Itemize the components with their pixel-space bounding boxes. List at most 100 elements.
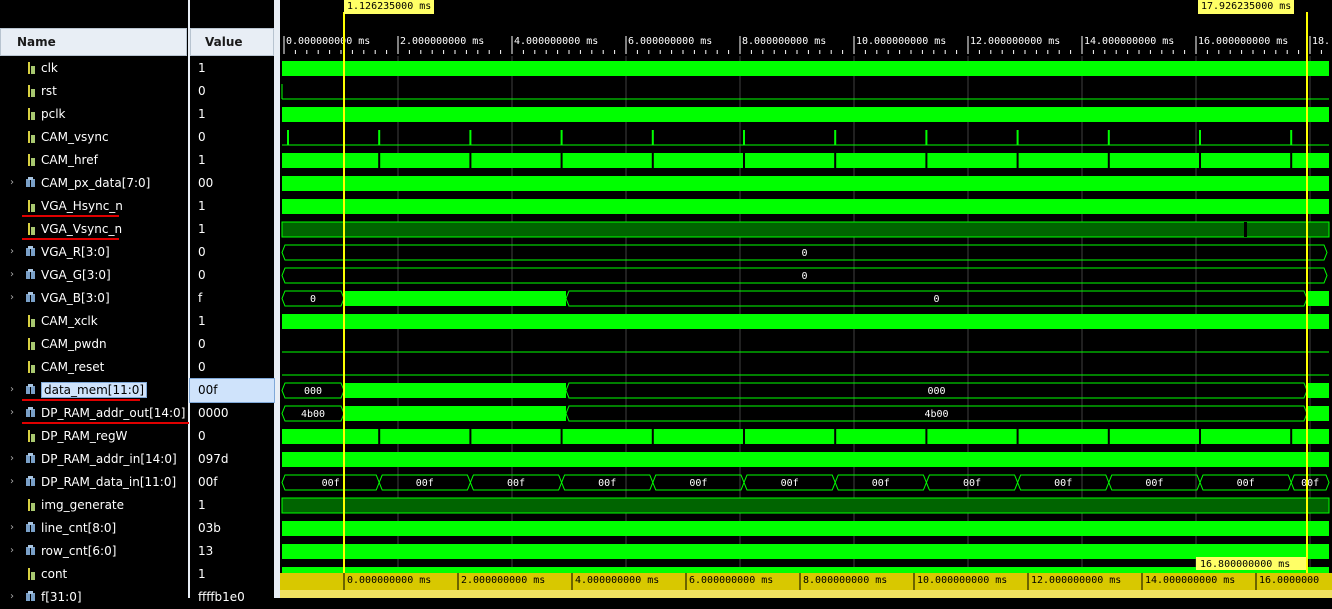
bit-signal-icon	[28, 568, 35, 580]
signal-value[interactable]: 13	[190, 540, 274, 563]
wave-dark-solid	[281, 221, 1330, 238]
signal-row[interactable]: CAM_reset	[0, 356, 188, 379]
signal-value[interactable]: 1	[190, 103, 274, 126]
bus-value: 4b00	[924, 409, 948, 420]
expand-chevron-icon[interactable]: ›	[10, 407, 14, 418]
waveform-canvas[interactable]: 0.000000000 ms 2.000000000 ms 4.000000000 …	[280, 0, 1332, 598]
signal-name: VGA_G[3:0]	[41, 268, 111, 282]
bus-signal-icon	[26, 269, 35, 279]
signal-value[interactable]: 1	[190, 310, 274, 333]
ruler-label: 0.000000000 ms	[286, 36, 370, 47]
vsync-pulse	[287, 130, 289, 145]
cursor-right-label[interactable]: 17.926235000 ms	[1198, 0, 1295, 14]
signal-row[interactable]: › DP_RAM_addr_in[14:0]	[0, 448, 188, 471]
vsync-pulse	[1290, 130, 1293, 145]
signal-value[interactable]: f	[190, 287, 274, 310]
signal-value[interactable]: 0	[190, 425, 274, 448]
signal-value[interactable]: 0	[190, 264, 274, 287]
expand-chevron-icon[interactable]: ›	[10, 292, 14, 303]
signal-row[interactable]: rst	[0, 80, 188, 103]
signal-row[interactable]: clk	[0, 57, 188, 80]
signal-value[interactable]: 0	[190, 126, 274, 149]
signal-row[interactable]: › VGA_R[3:0]	[0, 241, 188, 264]
regw-gap	[469, 429, 472, 444]
expand-chevron-icon[interactable]: ›	[10, 246, 14, 257]
signal-row[interactable]: CAM_vsync	[0, 126, 188, 149]
name-column-header[interactable]: Name	[0, 28, 187, 56]
bus-signal-icon	[26, 591, 35, 601]
bus-value: 0	[801, 248, 807, 259]
vsync-pulse	[1016, 130, 1019, 145]
bus-value: 00f	[1301, 478, 1319, 489]
regw-gap	[560, 429, 563, 444]
signal-value[interactable]: 097d	[190, 448, 274, 471]
bus-signal-icon	[26, 292, 35, 302]
expand-chevron-icon[interactable]: ›	[10, 476, 14, 487]
signal-row[interactable]: › CAM_px_data[7:0]	[0, 172, 188, 195]
signal-name: VGA_Vsync_n	[41, 222, 123, 236]
vsync-pulse	[925, 130, 928, 145]
signal-value[interactable]: 0	[190, 356, 274, 379]
signal-value[interactable]: 1	[190, 563, 274, 586]
signal-row[interactable]: › row_cnt[6:0]	[0, 540, 188, 563]
signal-row[interactable]: › DP_RAM_data_in[11:0]	[0, 471, 188, 494]
waveform-view[interactable]: 0.000000000 ms 2.000000000 ms 4.000000000 …	[280, 0, 1332, 598]
signal-value[interactable]: 0	[190, 241, 274, 264]
signal-value[interactable]: 1	[190, 218, 274, 241]
wave-solid	[1307, 406, 1329, 421]
signal-name: rst	[41, 84, 57, 98]
wave-solid	[282, 153, 1329, 168]
expand-chevron-icon[interactable]: ›	[10, 384, 14, 395]
signal-value-text: f	[198, 291, 203, 305]
regw-gap	[925, 429, 928, 444]
cursor-left-label[interactable]: 1.126235000 ms	[344, 0, 435, 14]
signal-row[interactable]: › VGA_B[3:0]	[0, 287, 188, 310]
signal-row[interactable]: CAM_xclk	[0, 310, 188, 333]
signal-value[interactable]: 0000	[190, 402, 274, 425]
signal-row[interactable]: › line_cnt[8:0]	[0, 517, 188, 540]
bit-signal-icon	[28, 108, 35, 120]
wave-solid	[282, 314, 1329, 329]
expand-chevron-icon[interactable]: ›	[10, 177, 14, 188]
signal-value-text: 0	[198, 84, 206, 98]
signal-value-text: 00f	[198, 475, 218, 489]
signal-row[interactable]: pclk	[0, 103, 188, 126]
signal-row[interactable]: cont	[0, 563, 188, 586]
signal-row[interactable]: img_generate	[0, 494, 188, 517]
signal-value-text: 1	[198, 222, 206, 236]
horizontal-scrollbar	[280, 590, 1332, 598]
bus-value: 0	[310, 294, 316, 305]
signal-name: CAM_pwdn	[41, 337, 107, 351]
signal-value[interactable]: 1	[190, 195, 274, 218]
bus-value: 00f	[598, 478, 616, 489]
signal-name: data_mem[11:0]	[41, 382, 148, 398]
signal-value[interactable]: 1	[190, 149, 274, 172]
expand-chevron-icon[interactable]: ›	[10, 269, 14, 280]
signal-name: f[31:0]	[41, 590, 82, 604]
signal-row[interactable]: CAM_pwdn	[0, 333, 188, 356]
signal-value[interactable]: 1	[190, 494, 274, 517]
signal-value[interactable]: 00f	[189, 378, 275, 403]
signal-value[interactable]: 00	[190, 172, 274, 195]
bus-signal-icon	[26, 246, 35, 256]
signal-value-text: 00	[198, 176, 214, 190]
expand-chevron-icon[interactable]: ›	[10, 545, 14, 556]
signal-value[interactable]: 0	[190, 333, 274, 356]
red-underline-annotation	[22, 422, 189, 424]
expand-chevron-icon[interactable]: ›	[10, 522, 14, 533]
ruler-label: 6.000000000 ms	[628, 36, 712, 47]
value-column-header[interactable]: Value	[190, 28, 274, 56]
ruler-label: 18.	[1312, 36, 1330, 47]
expand-chevron-icon[interactable]: ›	[10, 591, 14, 602]
signal-row[interactable]: DP_RAM_regW	[0, 425, 188, 448]
signal-value[interactable]: 1	[190, 57, 274, 80]
signal-value[interactable]: 03b	[190, 517, 274, 540]
ruler-label: 2.000000000 ms	[400, 36, 484, 47]
signal-row[interactable]: CAM_href	[0, 149, 188, 172]
signal-row[interactable]: › VGA_G[3:0]	[0, 264, 188, 287]
wave-solid	[344, 383, 566, 398]
signal-value[interactable]: 00f	[190, 471, 274, 494]
signal-value[interactable]: 0	[190, 80, 274, 103]
signal-value-text: 0	[198, 360, 206, 374]
expand-chevron-icon[interactable]: ›	[10, 453, 14, 464]
